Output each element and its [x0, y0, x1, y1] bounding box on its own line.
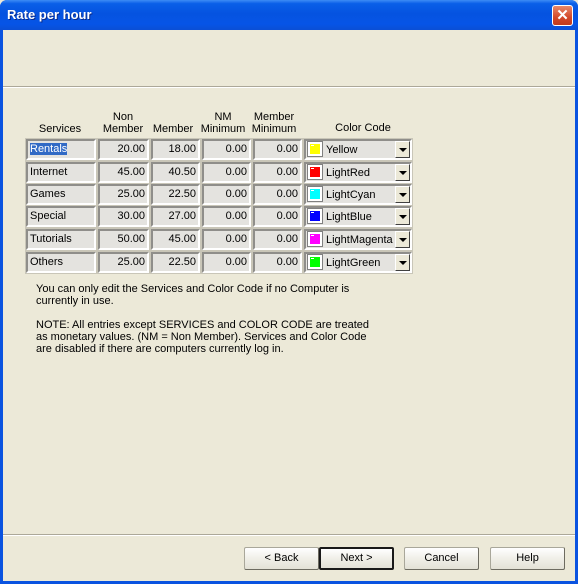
non-member-field[interactable]: 50.00 [97, 228, 150, 251]
color-code-dropdown[interactable]: LightCyan [303, 183, 413, 206]
nm-minimum-field[interactable]: 0.00 [201, 205, 252, 228]
color-code-dropdown[interactable]: Yellow [303, 138, 413, 161]
color-swatch-icon [307, 231, 323, 247]
member-minimum-field[interactable]: 0.00 [252, 205, 303, 228]
color-code-dropdown[interactable]: LightBlue [303, 205, 413, 228]
member-field[interactable]: 40.50 [150, 161, 201, 184]
color-code-dropdown[interactable]: LightMagenta [303, 228, 413, 251]
color-code-value: Yellow [326, 144, 358, 156]
member-field[interactable]: 22.50 [150, 251, 201, 274]
chevron-down-icon[interactable] [395, 141, 410, 158]
nm-minimum-field[interactable]: 0.00 [201, 183, 252, 206]
service-field[interactable]: Tutorials [25, 228, 97, 251]
color-code-dropdown[interactable]: LightGreen [303, 251, 413, 274]
member-minimum-field[interactable]: 0.00 [252, 228, 303, 251]
non-member-field[interactable]: 45.00 [97, 161, 150, 184]
service-field[interactable]: Rentals [25, 138, 97, 161]
color-swatch-icon [307, 141, 323, 157]
member-minimum-field[interactable]: 0.00 [252, 183, 303, 206]
color-swatch-icon [307, 186, 323, 202]
member-field[interactable]: 22.50 [150, 183, 201, 206]
next-button[interactable]: Next > [319, 547, 394, 570]
back-button[interactable]: < Back [244, 547, 319, 570]
member-field[interactable]: 27.00 [150, 205, 201, 228]
header-services: Services [38, 123, 82, 135]
chevron-down-icon[interactable] [395, 208, 410, 225]
color-code-dropdown[interactable]: LightRed [303, 161, 413, 184]
close-button[interactable]: ✕ [552, 5, 573, 26]
dialog-client-area: Services Non Member Member NM Minimum Me… [3, 30, 575, 581]
member-field[interactable]: 18.00 [150, 138, 201, 161]
window-title: Rate per hour [7, 7, 92, 22]
title-bar[interactable]: Rate per hour ✕ [0, 0, 578, 30]
header-nm-minimum: NM Minimum [200, 111, 246, 135]
color-code-value: LightGreen [326, 257, 381, 269]
close-icon: ✕ [556, 7, 569, 24]
color-swatch-icon [307, 208, 323, 224]
color-swatch-icon [307, 254, 323, 270]
non-member-field[interactable]: 25.00 [97, 183, 150, 206]
service-field[interactable]: Games [25, 183, 97, 206]
member-field[interactable]: 45.00 [150, 228, 201, 251]
monetary-note: NOTE: All entries except SERVICES and CO… [36, 319, 369, 355]
chevron-down-icon[interactable] [395, 231, 410, 248]
nm-minimum-field[interactable]: 0.00 [201, 161, 252, 184]
nm-minimum-field[interactable]: 0.00 [201, 228, 252, 251]
dialog-window: Rate per hour ✕ Services Non Member Memb… [0, 0, 578, 584]
non-member-field[interactable]: 20.00 [97, 138, 150, 161]
help-button[interactable]: Help [490, 547, 565, 570]
usage-note: You can only edit the Services and Color… [36, 283, 350, 307]
nm-minimum-field[interactable]: 0.00 [201, 138, 252, 161]
color-swatch-icon [307, 164, 323, 180]
nm-minimum-field[interactable]: 0.00 [201, 251, 252, 274]
color-code-value: LightBlue [326, 211, 372, 223]
color-code-value: LightRed [326, 167, 371, 179]
service-field[interactable]: Special [25, 205, 97, 228]
member-minimum-field[interactable]: 0.00 [252, 138, 303, 161]
header-non-member: Non Member [102, 111, 144, 135]
member-minimum-field[interactable]: 0.00 [252, 161, 303, 184]
header-color-code: Color Code [335, 122, 391, 134]
header-member-minimum: Member Minimum [251, 111, 297, 135]
chevron-down-icon[interactable] [395, 164, 410, 181]
color-code-value: LightCyan [326, 189, 376, 201]
color-code-value: LightMagenta [326, 234, 393, 246]
footer-separator [3, 534, 575, 536]
non-member-field[interactable]: 30.00 [97, 205, 150, 228]
service-field[interactable]: Others [25, 251, 97, 274]
member-minimum-field[interactable]: 0.00 [252, 251, 303, 274]
header-member: Member [152, 123, 194, 135]
service-field[interactable]: Internet [25, 161, 97, 184]
chevron-down-icon[interactable] [395, 254, 410, 271]
header-separator [3, 86, 575, 88]
cancel-button[interactable]: Cancel [404, 547, 479, 570]
non-member-field[interactable]: 25.00 [97, 251, 150, 274]
chevron-down-icon[interactable] [395, 186, 410, 203]
